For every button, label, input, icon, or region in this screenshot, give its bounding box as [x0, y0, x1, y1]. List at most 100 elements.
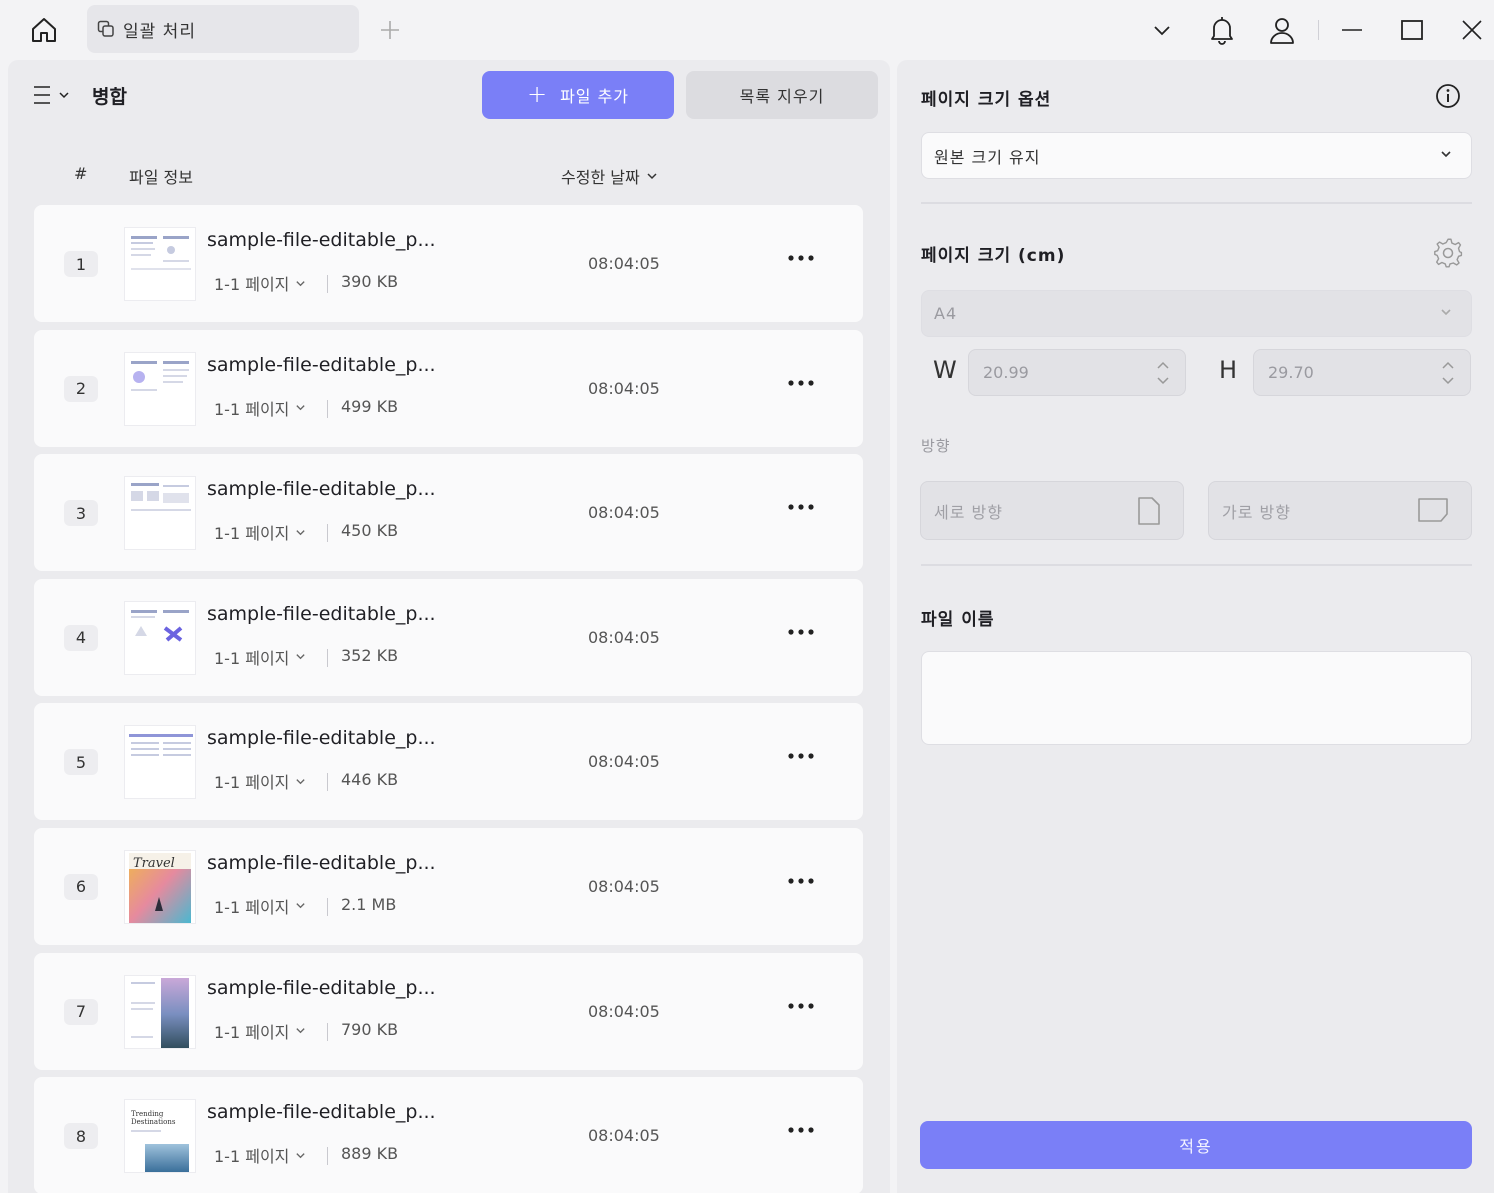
page-range-select[interactable]: 1-1 페이지	[214, 271, 306, 295]
page-size-options-title: 페이지 크기 옵션	[921, 90, 1052, 110]
tab-batch[interactable]: 일괄 처리	[87, 5, 359, 53]
page-range-select[interactable]: 1-1 페이지	[214, 396, 306, 420]
file-size: 352 KB	[341, 645, 399, 665]
home-icon	[32, 18, 56, 42]
file-row[interactable]: 2 sample-file-editable_p... 1-1 페이지 499 …	[34, 329, 863, 447]
page-range-select[interactable]: 1-1 페이지	[214, 520, 306, 544]
more-options-button[interactable]	[786, 243, 816, 273]
info-button[interactable]	[1434, 82, 1462, 110]
portrait-button[interactable]: 세로 방향	[920, 481, 1184, 540]
chevron-down-icon	[1441, 151, 1451, 158]
more-icon	[788, 629, 814, 635]
chevron-down-icon	[296, 903, 306, 909]
plus-icon: +	[526, 79, 549, 108]
chevron-down-icon	[296, 779, 306, 785]
more-icon	[788, 255, 814, 261]
file-name: sample-file-editable_p...	[207, 851, 436, 874]
height-value: 29.70	[1268, 363, 1314, 382]
page-range-select[interactable]: 1-1 페이지	[214, 1019, 306, 1043]
chevron-down-icon	[296, 1152, 306, 1158]
file-size: 499 KB	[341, 396, 399, 416]
file-row[interactable]: 4 sample-file-editable_p... 1-1 페이지 352 …	[34, 578, 863, 696]
merge-panel: 병합 + 파일 추가 목록 지우기 # 파일 정보 수정한 날짜 1 sampl…	[8, 60, 890, 1193]
separator	[327, 275, 328, 293]
new-tab-button[interactable]	[374, 12, 406, 48]
page-range-value: 1-1 페이지	[214, 1147, 290, 1167]
notification-button[interactable]	[1202, 10, 1242, 50]
tab-label: 일괄 처리	[123, 21, 196, 42]
file-name-input[interactable]	[921, 651, 1472, 745]
file-size: 790 KB	[341, 1019, 399, 1039]
more-options-button[interactable]	[786, 368, 816, 398]
row-number: 7	[64, 998, 98, 1025]
file-name: sample-file-editable_p...	[207, 478, 436, 501]
sort-label: 수정한 날짜	[561, 168, 640, 187]
file-row[interactable]: 6 Travel sample-file-editable_p... 1-1 페…	[34, 827, 863, 945]
more-options-button[interactable]	[786, 866, 816, 896]
gear-icon	[1434, 238, 1463, 268]
close-window-button[interactable]	[1452, 10, 1492, 50]
file-size: 889 KB	[341, 1144, 399, 1164]
chevron-down-icon	[296, 405, 306, 411]
maximize-icon	[1401, 20, 1423, 40]
column-header-modified-date[interactable]: 수정한 날짜	[561, 164, 658, 188]
file-name: sample-file-editable_p...	[207, 353, 436, 376]
file-row[interactable]: 7 sample-file-editable_p... 1-1 페이지 790 …	[34, 952, 863, 1070]
home-button[interactable]	[22, 10, 66, 50]
row-number: 1	[64, 251, 98, 277]
file-name-label: 파일 이름	[921, 610, 995, 630]
row-number: 8	[64, 1123, 98, 1150]
file-name: sample-file-editable_p...	[207, 602, 436, 625]
width-field[interactable]: 20.99	[968, 349, 1186, 396]
maximize-button[interactable]	[1392, 10, 1432, 50]
file-row[interactable]: 1 sample-file-editable_p... 1-1 페이지 390 …	[34, 205, 863, 322]
more-options-button[interactable]	[786, 617, 816, 647]
chevron-down-icon	[296, 654, 306, 660]
more-options-button[interactable]	[786, 492, 816, 522]
menu-button[interactable]	[32, 82, 72, 108]
file-name: sample-file-editable_p...	[207, 229, 436, 251]
row-number: 5	[64, 749, 98, 776]
dropdown-button[interactable]	[1142, 10, 1182, 50]
chevron-down-icon	[296, 1028, 306, 1034]
paper-size-value: A4	[934, 304, 958, 323]
modified-time: 08:04:05	[588, 1126, 660, 1146]
page-size-settings-button[interactable]	[1431, 236, 1465, 270]
spinner-icon[interactable]	[1440, 359, 1456, 387]
page-range-value: 1-1 페이지	[214, 399, 290, 419]
add-file-button[interactable]: + 파일 추가	[482, 71, 674, 119]
page-size-option-select[interactable]: 원본 크기 유지	[921, 132, 1472, 179]
modified-time: 08:04:05	[588, 627, 660, 647]
account-button[interactable]	[1262, 10, 1302, 50]
file-thumbnail	[124, 476, 196, 551]
row-number: 2	[64, 375, 98, 402]
page-range-select[interactable]: 1-1 페이지	[214, 1143, 306, 1167]
page-range-select[interactable]: 1-1 페이지	[214, 894, 306, 918]
more-options-button[interactable]	[786, 741, 816, 771]
file-name: sample-file-editable_p...	[207, 727, 436, 750]
more-options-button[interactable]	[786, 1115, 816, 1145]
landscape-button[interactable]: 가로 방향	[1208, 481, 1472, 540]
height-field[interactable]: 29.70	[1253, 349, 1471, 396]
apply-button[interactable]: 적용	[920, 1121, 1472, 1169]
divider	[921, 202, 1472, 204]
page-range-value: 1-1 페이지	[214, 275, 290, 294]
height-label: H	[1219, 356, 1238, 384]
file-name: sample-file-editable_p...	[207, 976, 436, 999]
file-row[interactable]: 8 Trending Destinations sample-file-edita…	[34, 1077, 863, 1193]
width-label: W	[933, 356, 957, 384]
spinner-icon[interactable]	[1155, 359, 1171, 387]
file-thumbnail	[124, 974, 196, 1049]
more-options-button[interactable]	[786, 991, 816, 1021]
minimize-button[interactable]	[1332, 10, 1372, 50]
row-number: 6	[64, 873, 98, 900]
file-row[interactable]: 3 sample-file-editable_p... 1-1 페이지 450 …	[34, 454, 863, 572]
file-thumbnail	[124, 725, 196, 800]
chevron-down-icon	[296, 280, 306, 286]
file-row[interactable]: 5 sample-file-editable_p... 1-1 페이지 446 …	[34, 703, 863, 821]
page-range-select[interactable]: 1-1 페이지	[214, 645, 306, 669]
page-range-select[interactable]: 1-1 페이지	[214, 769, 306, 793]
separator	[327, 399, 328, 418]
clear-list-button[interactable]: 목록 지우기	[686, 71, 878, 119]
paper-size-select[interactable]: A4	[921, 290, 1472, 337]
